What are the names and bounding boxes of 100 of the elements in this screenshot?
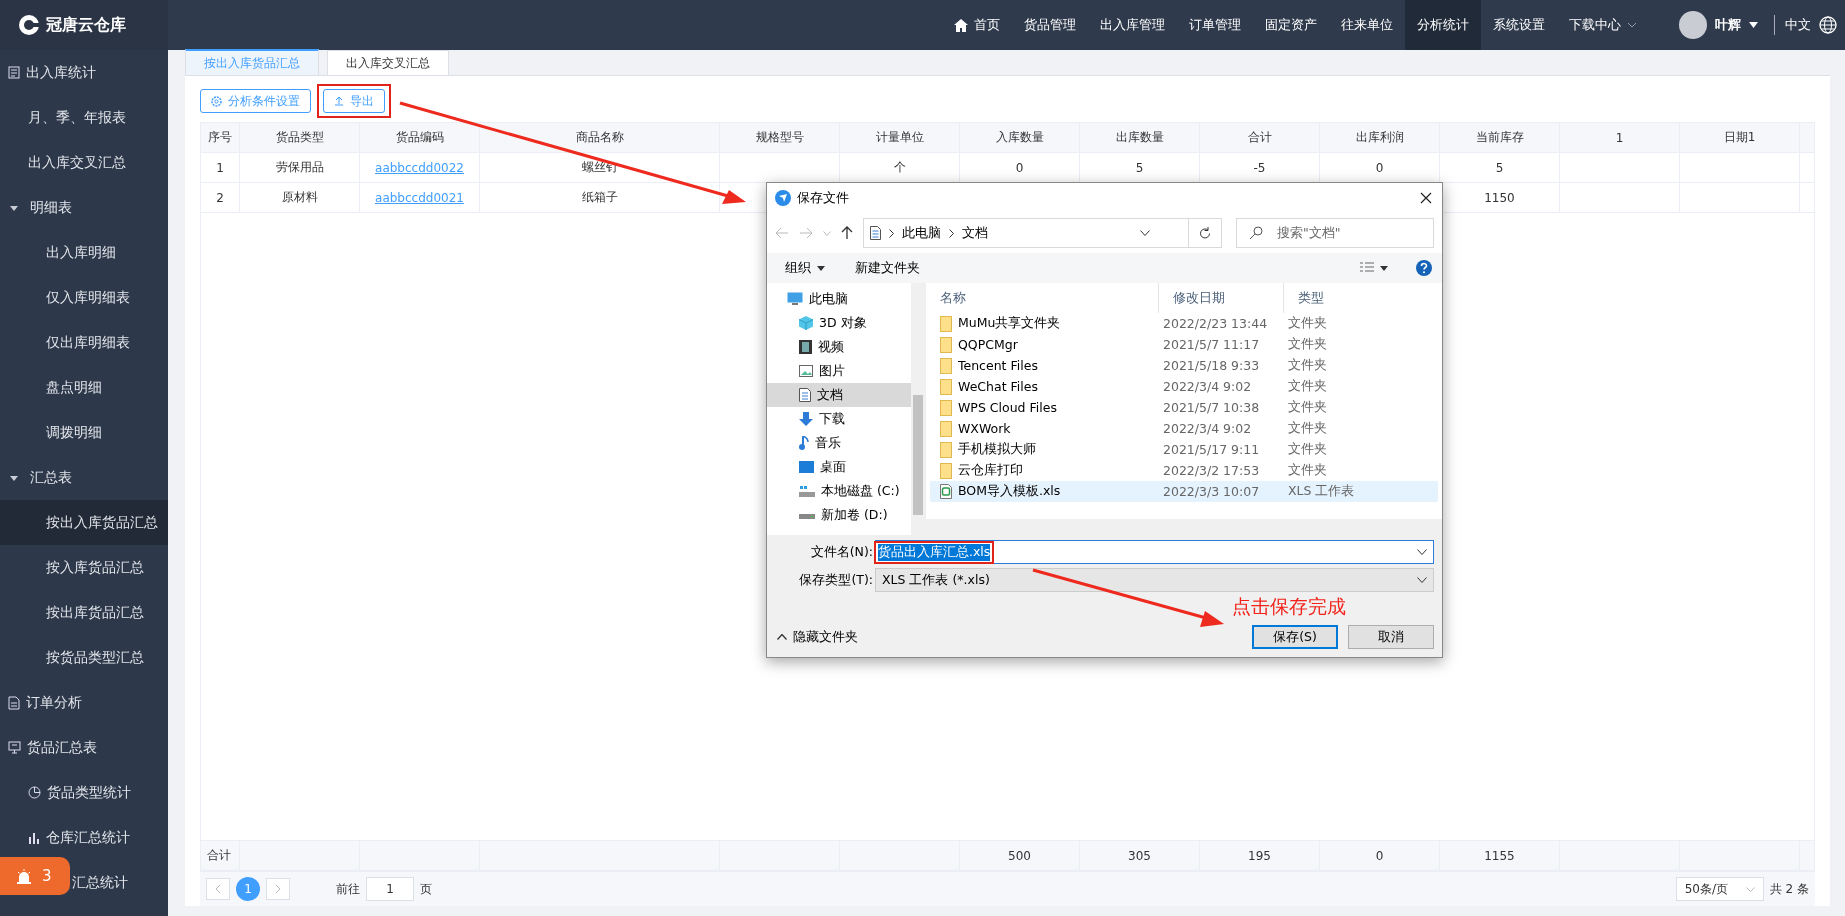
field-label: 文件名(N):: [809, 543, 874, 561]
tab[interactable]: 出入库交叉汇总: [327, 50, 449, 75]
nav-item[interactable]: 首页: [942, 0, 1012, 50]
sidebar-item[interactable]: 货品汇总表: [0, 725, 168, 770]
folder-icon: [940, 441, 952, 458]
nav-item[interactable]: 订单管理: [1177, 0, 1253, 50]
nav-item[interactable]: 固定资产: [1253, 0, 1329, 50]
chevron-down-icon: [823, 230, 831, 236]
folder-icon: [940, 357, 952, 374]
chevron-down-icon: [1417, 549, 1427, 555]
folder-tree-item[interactable]: 3D 对象: [767, 311, 911, 335]
folder-tree-item[interactable]: 桌面: [767, 455, 911, 479]
table-cell: 劳保用品: [240, 153, 360, 182]
chevron-right-icon: [949, 228, 954, 238]
folder-tree-item[interactable]: 此电脑: [767, 287, 911, 311]
spreadsheet-icon: [940, 484, 952, 499]
nav-item[interactable]: 往来单位: [1329, 0, 1405, 50]
nav-item[interactable]: 系统设置: [1481, 0, 1557, 50]
hide-folders-toggle[interactable]: 隐藏文件夹: [777, 628, 858, 646]
sidebar-item[interactable]: 仅出库明细表: [0, 320, 168, 365]
sidebar-item[interactable]: 月、季、年报表: [0, 95, 168, 140]
save-button[interactable]: 保存(S): [1252, 625, 1338, 649]
nav-item[interactable]: 下载中心: [1557, 0, 1649, 50]
folder-icon: [940, 462, 952, 479]
file-row[interactable]: BOM导入模板.xls 2022/3/3 10:07 XLS 工作表: [930, 481, 1438, 502]
file-row[interactable]: WPS Cloud Files 2021/5/7 10:38 文件夹: [930, 397, 1438, 418]
column-header: 货品类型: [240, 123, 360, 152]
sidebar-item[interactable]: 货品类型统计: [0, 770, 168, 815]
column-header[interactable]: 名称: [926, 283, 1159, 313]
sidebar-item[interactable]: 调拨明细: [0, 410, 168, 455]
file-row[interactable]: QQPCMgr 2021/5/7 11:17 文件夹: [930, 334, 1438, 355]
column-header: 出库利润: [1320, 123, 1440, 152]
path-segment[interactable]: 文档: [962, 224, 988, 242]
chevron-left-icon: [215, 884, 221, 894]
page-input[interactable]: 1: [366, 877, 414, 901]
file-row[interactable]: WeChat Files 2022/3/4 9:02 文件夹: [930, 376, 1438, 397]
file-row[interactable]: WXWork 2022/3/4 9:02 文件夹: [930, 418, 1438, 439]
cube-icon: [799, 316, 813, 330]
next-page-button[interactable]: [266, 878, 290, 900]
nav-item[interactable]: 货品管理: [1012, 0, 1088, 50]
desktop-icon: [799, 461, 814, 473]
sidebar-item[interactable]: 出入库交叉汇总: [0, 140, 168, 185]
sidebar-item[interactable]: 按入库货品汇总: [0, 545, 168, 590]
file-row[interactable]: Tencent Files 2021/5/18 9:33 文件夹: [930, 355, 1438, 376]
folder-icon: [940, 378, 952, 395]
refresh-icon: [1199, 226, 1211, 240]
refresh-button[interactable]: [1188, 218, 1222, 248]
sidebar-item[interactable]: 按出库货品汇总: [0, 590, 168, 635]
column-header[interactable]: 类型: [1284, 283, 1344, 313]
table-cell: 纸箱子: [480, 183, 720, 212]
annotation-text: 点击保存完成: [1232, 595, 1346, 617]
file-row[interactable]: 云仓库打印 2022/3/2 17:53 文件夹: [930, 460, 1438, 481]
chevron-down-icon: [1745, 886, 1755, 892]
list-icon: [8, 66, 20, 79]
folder-tree-item[interactable]: 音乐: [767, 431, 911, 455]
settings-icon: [211, 95, 222, 107]
sidebar-item[interactable]: 按出入库货品汇总: [0, 500, 168, 545]
logo-icon: [18, 14, 40, 36]
app-logo[interactable]: 冠唐云仓库: [0, 0, 168, 50]
previous-page-button[interactable]: [206, 878, 230, 900]
alarm-icon: [16, 868, 32, 884]
language-selector[interactable]: 中文: [1785, 16, 1811, 34]
scrollbar[interactable]: [911, 283, 925, 535]
folder-tree-item[interactable]: 新加卷 (D:): [767, 503, 911, 527]
new-folder-button[interactable]: 新建文件夹: [855, 259, 920, 277]
sidebar-item[interactable]: 仓库汇总统计: [0, 815, 168, 860]
sidebar-item[interactable]: 明细表: [0, 185, 168, 230]
drive-icon: [799, 485, 815, 497]
nav-item[interactable]: 出入库管理: [1088, 0, 1177, 50]
table-cell: 1155: [1440, 841, 1560, 870]
column-header[interactable]: 修改日期: [1159, 283, 1284, 313]
folder-tree-item[interactable]: 文档: [767, 383, 911, 407]
file-row[interactable]: MuMu共享文件夹 2022/2/23 13:44 文件夹: [930, 313, 1438, 334]
sidebar-item[interactable]: 订单分析: [0, 680, 168, 725]
table-cell: 195: [1200, 841, 1320, 870]
organize-menu[interactable]: 组织: [785, 259, 825, 277]
user-name[interactable]: 叶辉: [1715, 16, 1741, 34]
avatar[interactable]: [1679, 11, 1707, 39]
cancel-button[interactable]: 取消: [1348, 625, 1434, 649]
address-bar[interactable]: 此电脑 文档: [863, 218, 1189, 248]
page-size-select[interactable]: 50条/页: [1675, 877, 1764, 901]
file-row[interactable]: 手机模拟大师 2021/5/17 9:11 文件夹: [930, 439, 1438, 460]
sidebar-item[interactable]: 汇总表: [0, 455, 168, 500]
document-icon: [870, 226, 881, 240]
folder-tree-item[interactable]: 视频: [767, 335, 911, 359]
folder-tree-item[interactable]: 图片: [767, 359, 911, 383]
sidebar-item[interactable]: 按货品类型汇总: [0, 635, 168, 680]
sidebar-item[interactable]: 出入库明细: [0, 230, 168, 275]
folder-tree-item[interactable]: 下载: [767, 407, 911, 431]
nav-item[interactable]: 分析统计: [1405, 0, 1481, 50]
sidebar-item[interactable]: 盘点明细: [0, 365, 168, 410]
file-type-select[interactable]: XLS 工作表 (*.xls): [875, 568, 1434, 592]
sidebar-item[interactable]: 出入库统计: [0, 50, 168, 95]
search-field[interactable]: 搜索"文档": [1236, 218, 1434, 248]
path-segment[interactable]: 此电脑: [902, 224, 941, 242]
table-cell: 305: [1080, 841, 1200, 870]
sidebar-item[interactable]: 仅入库明细表: [0, 275, 168, 320]
bar-chart-icon: [28, 831, 40, 844]
folder-tree-item[interactable]: 本地磁盘 (C:): [767, 479, 911, 503]
file-name-field[interactable]: 货品出入库汇总.xls: [875, 540, 1434, 564]
